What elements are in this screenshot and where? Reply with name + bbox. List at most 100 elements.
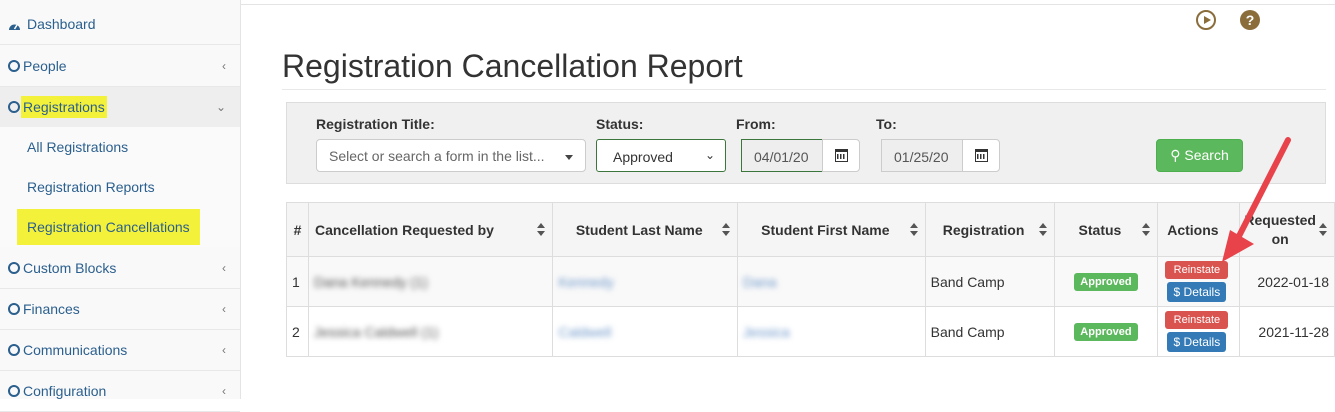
details-button[interactable]: $ Details — [1167, 332, 1227, 352]
col-header-registration[interactable]: Registration — [924, 202, 1055, 257]
chevron-down-icon: ⌄ — [704, 148, 715, 162]
cell-actions: Reinstate $ Details — [1157, 306, 1241, 357]
col-header-label: Cancellation Requested by — [314, 221, 494, 238]
to-date-input[interactable]: 01/25/20 — [881, 139, 963, 172]
requested-by-text: Jessica Caldwell (1) — [313, 323, 439, 340]
sort-icon[interactable] — [909, 222, 918, 237]
col-header-label: Student First Name — [761, 221, 890, 238]
cell-status: Approved — [1053, 306, 1159, 357]
cell-registration: Band Camp — [924, 306, 1055, 357]
sidebar-item-communications[interactable]: Communications ‹ — [0, 330, 240, 371]
table-row: 2 Jessica Caldwell (1) Caldwell Jessica … — [286, 306, 1335, 357]
chevron-left-icon: ‹ — [222, 384, 226, 398]
circle-icon — [8, 262, 20, 274]
col-header-label: Registration — [942, 221, 1025, 238]
reinstate-button[interactable]: Reinstate — [1165, 311, 1229, 329]
chevron-left-icon: ‹ — [222, 343, 226, 357]
col-header-last-name[interactable]: Student Last Name — [552, 202, 739, 257]
requested-by-text: Dana Kennedy (1) — [313, 273, 428, 290]
status-badge: Approved — [1074, 273, 1138, 291]
sidebar-item-label: Configuration — [23, 383, 107, 399]
sidebar-item-registrations[interactable]: Registrations ⌄ — [0, 87, 240, 128]
play-circle-icon[interactable] — [1196, 10, 1216, 30]
chevron-left-icon: ‹ — [222, 302, 226, 316]
sidebar-item-people[interactable]: People ‹ — [0, 46, 240, 87]
sidebar-item-label: Communications — [23, 342, 128, 358]
top-bar — [241, 0, 1335, 5]
from-calendar-button[interactable] — [822, 139, 860, 172]
sort-icon[interactable] — [1038, 222, 1047, 237]
col-header-label: Status — [1078, 221, 1122, 238]
dashboard-icon — [9, 24, 20, 30]
to-label: To: — [876, 116, 897, 132]
chevron-down-icon: ⌄ — [215, 100, 226, 114]
circle-icon — [8, 303, 20, 315]
col-header-label: Student Last Name — [575, 221, 703, 238]
cell-requested-by: Dana Kennedy (1) — [307, 256, 554, 307]
sidebar-item-finances[interactable]: Finances ‹ — [0, 289, 240, 330]
chevron-left-icon: ‹ — [222, 59, 226, 73]
from-date-input[interactable]: 04/01/20 — [741, 139, 823, 172]
last-name-link[interactable]: Kennedy — [558, 274, 613, 290]
cell-last-name: Kennedy — [552, 256, 739, 307]
table-header-row: # Cancellation Requested by Student Last… — [286, 202, 1335, 257]
sort-icon[interactable] — [722, 222, 731, 237]
sidebar-item-label: Dashboard — [27, 16, 96, 32]
cell-requested-by: Jessica Caldwell (1) — [307, 306, 554, 357]
table-row: 1 Dana Kennedy (1) Kennedy Dana Band Cam… — [286, 256, 1335, 307]
sort-icon[interactable] — [1319, 222, 1327, 237]
cell-last-name: Caldwell — [552, 306, 739, 357]
search-icon: ⚲ — [1170, 147, 1181, 163]
sidebar-subitem-registration-reports[interactable]: Registration Reports — [0, 167, 240, 207]
divider — [282, 89, 1326, 90]
details-button[interactable]: $ Details — [1167, 282, 1227, 302]
circle-icon — [8, 344, 20, 356]
cancellation-table: # Cancellation Requested by Student Last… — [286, 202, 1335, 357]
question-circle-icon[interactable]: ? — [1240, 10, 1260, 30]
circle-icon — [8, 60, 20, 72]
page-title: Registration Cancellation Report — [282, 48, 743, 84]
sidebar: Dashboard People ‹ Registrations ⌄ All R… — [0, 0, 241, 412]
sidebar-item-custom-blocks[interactable]: Custom Blocks ‹ — [0, 248, 240, 289]
to-calendar-button[interactable] — [962, 139, 1000, 172]
last-name-link[interactable]: Caldwell — [558, 324, 611, 340]
dollar-icon: $ — [1173, 285, 1184, 299]
sort-icon[interactable] — [1142, 222, 1151, 237]
first-name-link[interactable]: Jessica — [743, 324, 790, 340]
sidebar-item-configuration[interactable]: Configuration ‹ — [0, 371, 240, 412]
col-header-requested-by[interactable]: Cancellation Requested by — [307, 202, 554, 257]
col-header-first-name[interactable]: Student First Name — [737, 202, 926, 257]
cell-num: 1 — [286, 256, 309, 307]
circle-icon — [8, 385, 20, 397]
caret-down-icon — [565, 155, 573, 160]
cell-registration: Band Camp — [924, 256, 1055, 307]
sidebar-item-label: Finances — [23, 301, 80, 317]
registration-title-select[interactable]: Select or search a form in the list... — [316, 139, 586, 172]
sidebar-subitem-label: Registration Cancellations — [17, 209, 200, 245]
status-label: Status: — [596, 116, 644, 132]
registration-title-label: Registration Title: — [316, 116, 435, 132]
status-select-value: Approved — [613, 149, 673, 165]
registration-title-placeholder: Select or search a form in the list... — [329, 148, 545, 164]
sort-icon[interactable] — [537, 222, 546, 237]
sidebar-subitem-label: Registration Reports — [27, 179, 155, 195]
col-header-status[interactable]: Status — [1053, 202, 1159, 257]
sidebar-item-label: People — [23, 58, 67, 74]
status-badge: Approved — [1074, 323, 1138, 341]
annotation-arrow — [1222, 137, 1291, 262]
sidebar-item-label: Custom Blocks — [23, 260, 117, 276]
details-label: Details — [1183, 335, 1221, 349]
chevron-left-icon: ‹ — [222, 261, 226, 275]
cell-first-name: Dana — [737, 256, 926, 307]
dollar-icon: $ — [1173, 335, 1184, 349]
first-name-link[interactable]: Dana — [743, 274, 776, 290]
sidebar-subitem-all-registrations[interactable]: All Registrations — [0, 127, 240, 167]
status-select[interactable]: Approved ⌄ — [596, 139, 726, 172]
calendar-icon — [975, 149, 988, 162]
col-header-num: # — [286, 202, 309, 257]
sidebar-subitem-label: All Registrations — [27, 139, 129, 155]
cell-status: Approved — [1053, 256, 1159, 307]
sidebar-subitem-registration-cancellations[interactable]: Registration Cancellations — [0, 207, 240, 247]
details-label: Details — [1183, 285, 1221, 299]
sidebar-item-dashboard[interactable]: Dashboard — [0, 4, 240, 45]
